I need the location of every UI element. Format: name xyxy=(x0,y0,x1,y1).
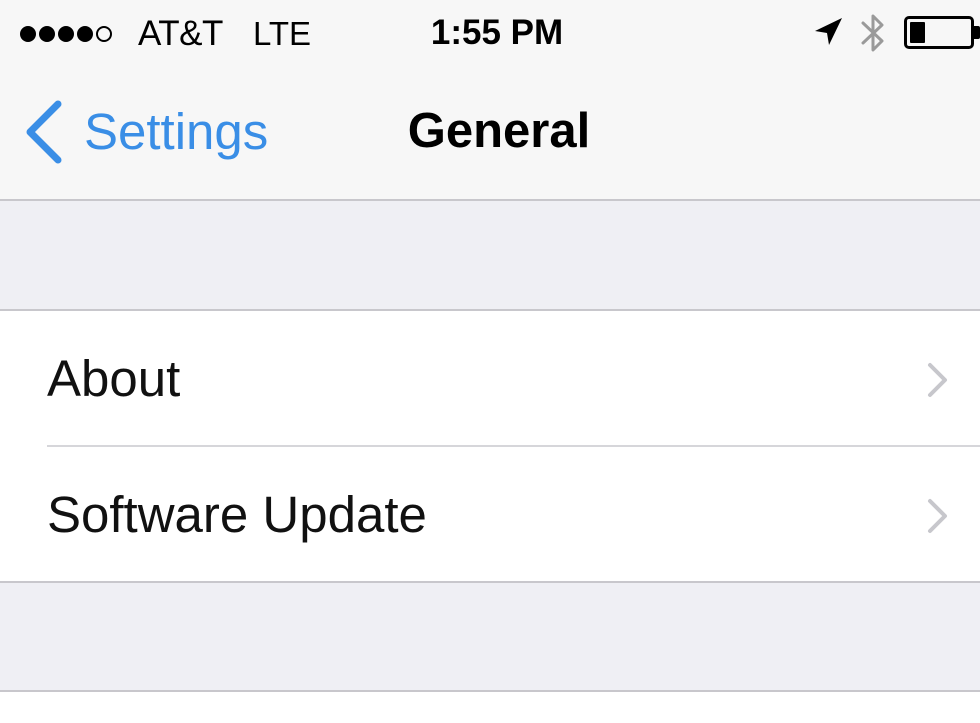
battery-level xyxy=(910,22,925,43)
list-item-about[interactable]: About xyxy=(0,311,980,447)
settings-group: About Software Update xyxy=(0,309,980,583)
navigation-header: AT&T LTE 1:55 PM Settings General xyxy=(0,0,980,201)
location-arrow-icon xyxy=(815,18,842,45)
battery-terminal xyxy=(974,26,980,39)
next-group xyxy=(0,692,980,723)
list-item-label: About xyxy=(47,350,181,407)
page-title: General xyxy=(407,104,591,158)
bluetooth-icon xyxy=(861,14,884,52)
chevron-right-icon xyxy=(928,499,947,533)
status-bar: AT&T LTE 1:55 PM xyxy=(0,0,980,66)
list-item-software-update[interactable]: Software Update xyxy=(0,447,980,582)
battery-icon xyxy=(904,16,974,49)
chevron-right-icon xyxy=(928,363,947,397)
list-item-label: Software Update xyxy=(47,486,427,543)
